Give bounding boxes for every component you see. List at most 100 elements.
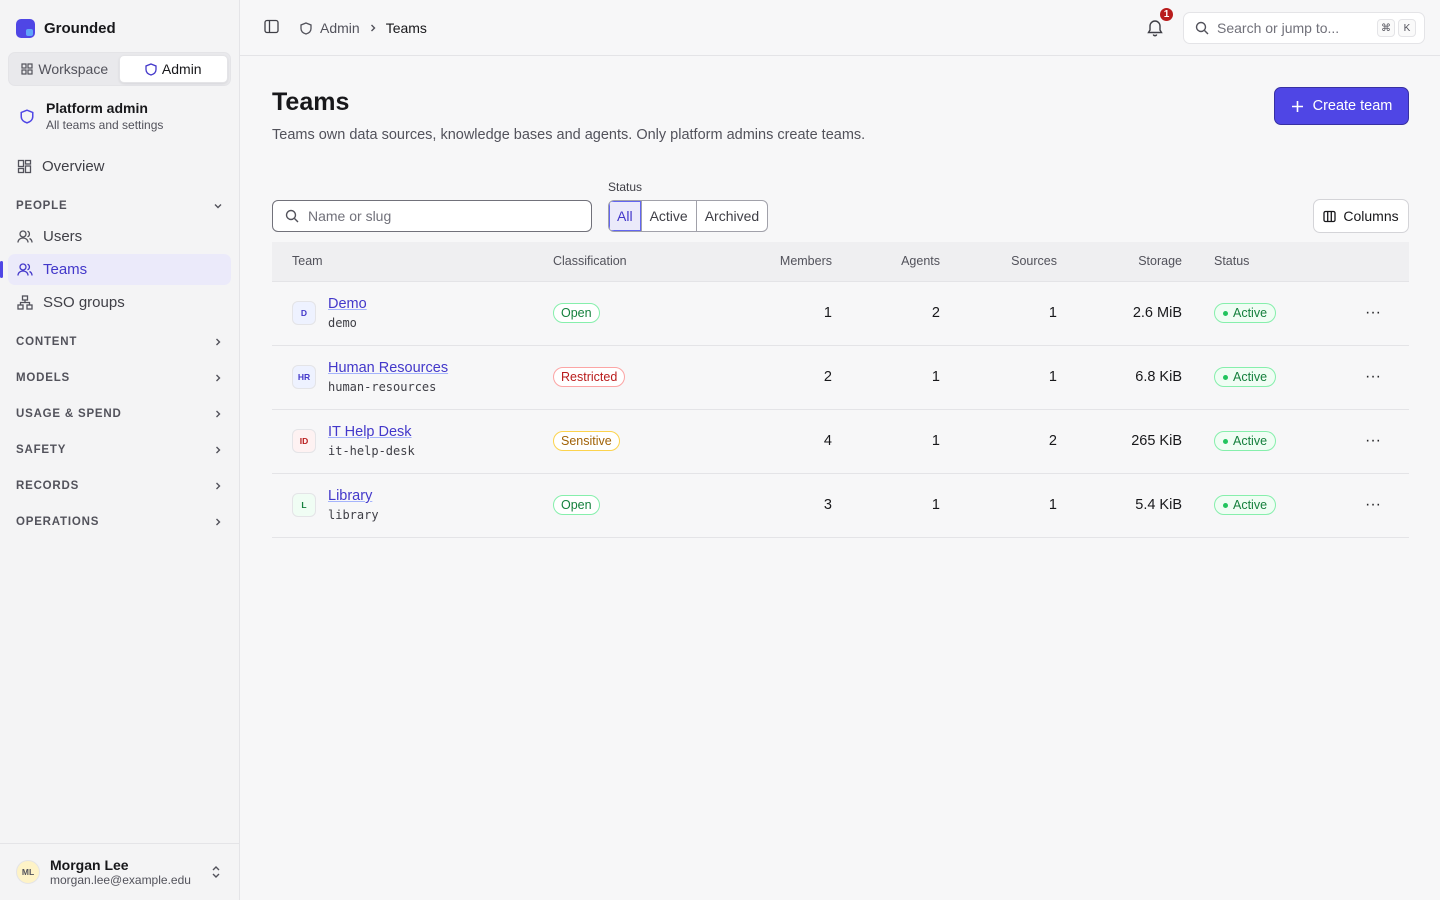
global-search-placeholder: Search or jump to... xyxy=(1217,20,1340,36)
user-menu[interactable]: ML Morgan Lee morgan.lee@example.edu xyxy=(0,843,239,900)
create-team-button[interactable]: Create team xyxy=(1274,87,1409,125)
notification-badge: 1 xyxy=(1158,6,1175,23)
section-usage-spend[interactable]: USAGE & SPEND xyxy=(8,402,231,426)
shortcut-key-cmd: ⌘ xyxy=(1377,19,1395,37)
team-name-link[interactable]: Library xyxy=(328,488,379,504)
team-slug: library xyxy=(328,508,379,522)
more-horizontal-icon: ··· xyxy=(1365,432,1381,449)
team-slug: human-resources xyxy=(328,380,437,394)
row-actions-button[interactable]: ··· xyxy=(1361,301,1385,325)
chevron-right-icon xyxy=(216,482,221,490)
context-subtitle: All teams and settings xyxy=(46,118,164,132)
section-label: MODELS xyxy=(16,372,70,384)
user-name: Morgan Lee xyxy=(50,857,129,873)
team-name-link[interactable]: Demo xyxy=(328,296,367,312)
plus-icon xyxy=(1291,100,1303,112)
sources-count: 1 xyxy=(1048,369,1057,385)
column-header-agents[interactable]: Agents xyxy=(832,242,940,282)
sources-count: 1 xyxy=(1048,497,1057,513)
admin-tab[interactable]: Admin xyxy=(118,55,228,83)
teams-table: Team Classification Members Agents Sourc… xyxy=(272,242,1409,538)
brand[interactable]: Grounded xyxy=(16,18,116,38)
sidebar-item-teams[interactable]: Teams xyxy=(0,254,231,285)
columns-icon xyxy=(1323,210,1337,222)
team-name-link[interactable]: Human Resources xyxy=(328,360,448,376)
columns-button[interactable]: Columns xyxy=(1313,199,1409,233)
workspace-tab[interactable]: Workspace xyxy=(11,55,119,83)
team-search-input[interactable] xyxy=(308,208,568,224)
team-initials: D xyxy=(292,301,316,325)
classification-badge: Sensitive xyxy=(553,431,620,451)
status-filter-active[interactable]: Active xyxy=(642,201,697,231)
agents-count: 2 xyxy=(931,305,940,321)
section-label: SAFETY xyxy=(16,444,67,456)
dashboard-icon xyxy=(17,159,32,174)
page-title: Teams xyxy=(272,88,350,116)
breadcrumb-admin[interactable]: Admin xyxy=(320,20,360,36)
mode-switch: Workspace Admin xyxy=(8,52,231,86)
chevron-right-icon xyxy=(216,338,221,346)
column-header-team[interactable]: Team xyxy=(272,242,553,282)
column-header-sources[interactable]: Sources xyxy=(940,242,1057,282)
admin-label: Admin xyxy=(161,61,202,77)
table-row: ID IT Help Desk it-help-desk Sensitive 4… xyxy=(272,409,1409,473)
users-icon xyxy=(17,263,33,276)
status-filter-archived[interactable]: Archived xyxy=(697,201,767,231)
status-badge: Active xyxy=(1214,495,1277,515)
row-actions-button[interactable]: ··· xyxy=(1361,365,1385,389)
page-subtitle: Teams own data sources, knowledge bases … xyxy=(272,127,866,143)
status-badge: Active xyxy=(1214,303,1277,323)
agents-count: 1 xyxy=(931,369,940,385)
section-label: USAGE & SPEND xyxy=(16,408,122,420)
chevron-right-icon xyxy=(216,446,221,454)
table-row: HR Human Resources human-resources Restr… xyxy=(272,345,1409,409)
storage-size: 2.6 MiB xyxy=(1132,305,1182,321)
sidebar-item-label: SSO groups xyxy=(43,294,125,311)
status-badge: Active xyxy=(1214,431,1277,451)
team-initials: ID xyxy=(292,429,316,453)
chevron-down-icon xyxy=(214,204,222,209)
column-header-storage[interactable]: Storage xyxy=(1057,242,1182,282)
column-header-status[interactable]: Status xyxy=(1182,242,1302,282)
section-label: CONTENT xyxy=(16,336,78,348)
sidebar-item-sso-groups[interactable]: SSO groups xyxy=(8,287,231,318)
shield-icon xyxy=(145,62,157,76)
members-count: 4 xyxy=(823,433,832,449)
team-name-link[interactable]: IT Help Desk xyxy=(328,424,415,440)
members-count: 3 xyxy=(823,497,832,513)
column-header-members[interactable]: Members xyxy=(713,242,832,282)
members-count: 1 xyxy=(823,305,832,321)
section-operations[interactable]: OPERATIONS xyxy=(8,510,231,534)
section-safety[interactable]: SAFETY xyxy=(8,438,231,462)
sidebar-item-users[interactable]: Users xyxy=(8,221,231,252)
shield-icon xyxy=(20,108,34,124)
sidebar-item-label: Overview xyxy=(42,158,105,175)
workspace-label: Workspace xyxy=(38,61,109,77)
row-actions-button[interactable]: ··· xyxy=(1361,429,1385,453)
status-filter-all[interactable]: All xyxy=(609,201,642,231)
storage-size: 6.8 KiB xyxy=(1135,369,1182,385)
sidebar: Grounded Workspace Admin Platform admin … xyxy=(0,0,240,900)
storage-size: 265 KiB xyxy=(1131,433,1182,449)
section-label: RECORDS xyxy=(16,480,80,492)
sidebar-item-label: Users xyxy=(43,228,83,245)
table-header-row: Team Classification Members Agents Sourc… xyxy=(272,242,1409,282)
chevrons-up-down-icon xyxy=(212,866,220,878)
column-header-classification[interactable]: Classification xyxy=(553,242,713,282)
team-search-field xyxy=(272,200,592,232)
user-email: morgan.lee@example.edu xyxy=(50,873,191,887)
section-records[interactable]: RECORDS xyxy=(8,474,231,498)
team-initials: HR xyxy=(292,365,316,389)
create-team-label: Create team xyxy=(1312,98,1393,114)
section-people[interactable]: PEOPLE xyxy=(8,194,231,218)
section-models[interactable]: MODELS xyxy=(8,366,231,390)
section-content[interactable]: CONTENT xyxy=(8,330,231,354)
chevron-right-icon xyxy=(216,518,221,526)
sidebar-toggle-icon[interactable] xyxy=(264,19,279,34)
more-horizontal-icon: ··· xyxy=(1365,496,1381,513)
sidebar-item-overview[interactable]: Overview xyxy=(8,151,231,182)
more-horizontal-icon: ··· xyxy=(1365,368,1381,385)
sources-count: 1 xyxy=(1048,305,1057,321)
global-search[interactable]: Search or jump to... ⌘ K xyxy=(1183,12,1425,44)
row-actions-button[interactable]: ··· xyxy=(1361,493,1385,517)
